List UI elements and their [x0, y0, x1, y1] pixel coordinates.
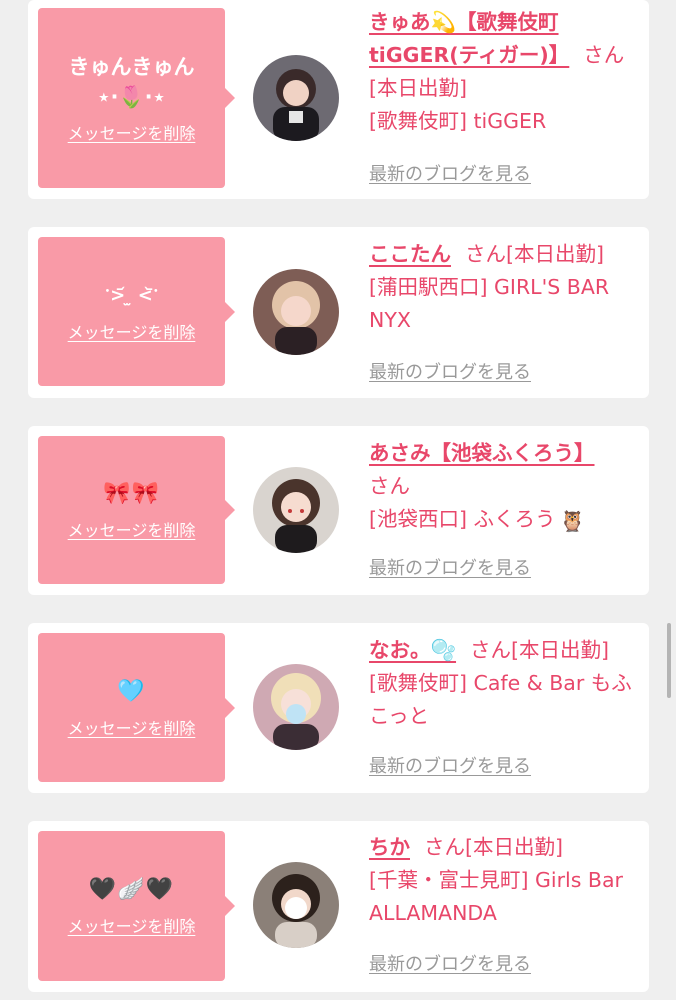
girl-photo-icon	[253, 269, 339, 355]
scrollbar[interactable]	[667, 623, 671, 698]
girl-photo-icon	[253, 55, 339, 141]
message-card: ॱ>᷄ ̫ <᷅ॱ メッセージを削除 ここたん さん[本日出勤] [蒲田駅西口] …	[28, 227, 649, 398]
delete-message-link[interactable]: メッセージを削除	[68, 517, 196, 541]
shop-label: [池袋西口] ふくろう 🦉	[369, 503, 639, 538]
shop-label: [歌舞伎町] tiGGER	[369, 109, 547, 133]
message-bubble: ॱ>᷄ ̫ <᷅ॱ メッセージを削除	[38, 237, 235, 386]
message-text: 🖤🪽🖤	[88, 877, 175, 902]
avatar[interactable]	[253, 55, 339, 141]
cast-name-link[interactable]: あさみ【池袋ふくろう】	[369, 441, 595, 465]
cast-status: さん[本日出勤]	[470, 638, 610, 662]
girl-photo-icon	[253, 862, 339, 948]
message-card: 🖤🪽🖤 メッセージを削除 ちか さん[本日出勤] [千葉・富士見町] Girls …	[28, 821, 649, 992]
cast-info: きゅあ💫【歌舞伎町tiGGER(ティガー)】 さん[本日出勤] [歌舞伎町] ti…	[369, 6, 639, 138]
message-card: 🩵 メッセージを削除 なお。🫧 さん[本日出勤] [歌舞伎町] Cafe & Ba…	[28, 623, 649, 793]
message-bubble: 🩵 メッセージを削除	[38, 633, 235, 782]
owl-icon: 🦉	[559, 509, 586, 533]
message-text: 🩵	[117, 678, 146, 704]
delete-message-link[interactable]: メッセージを削除	[68, 715, 196, 739]
shop-label: [蒲田駅西口] GIRL'S BAR NYX	[369, 275, 610, 332]
cast-name-link[interactable]: きゅあ💫【歌舞伎町tiGGER(ティガー)】	[369, 10, 569, 67]
avatar[interactable]	[253, 862, 339, 948]
message-list: きゅんきゅん ⋆·🌷·⋆ メッセージを削除 きゅあ💫【歌舞伎町tiGGER(ティ…	[0, 0, 676, 1000]
cast-status: さん[本日出勤]	[465, 242, 604, 266]
shop-label: [千葉・富士見町] Girls Bar ALLAMANDA	[369, 868, 623, 925]
cast-info: ちか さん[本日出勤] [千葉・富士見町] Girls Bar ALLAMANDA	[369, 831, 639, 930]
delete-message-link[interactable]: メッセージを削除	[68, 319, 196, 343]
avatar[interactable]	[253, 664, 339, 750]
latest-blog-link[interactable]: 最新のブログを見る	[369, 554, 531, 580]
cast-info: ここたん さん[本日出勤] [蒲田駅西口] GIRL'S BAR NYX	[369, 238, 639, 337]
message-bubble: 🎀🎀 メッセージを削除	[38, 436, 235, 584]
message-text: ॱ>᷄ ̫ <᷅ॱ	[104, 284, 159, 306]
delete-message-link[interactable]: メッセージを削除	[68, 120, 196, 144]
latest-blog-link[interactable]: 最新のブログを見る	[369, 160, 531, 186]
shop-label: [歌舞伎町] Cafe & Bar もふこっと	[369, 671, 632, 728]
cast-info: あさみ【池袋ふくろう】 さん [池袋西口] ふくろう 🦉	[369, 437, 639, 538]
girl-photo-icon	[253, 664, 339, 750]
avatar[interactable]	[253, 467, 339, 553]
message-text: きゅんきゅん ⋆·🌷·⋆	[68, 55, 195, 109]
girl-photo-icon	[253, 467, 339, 553]
cast-name-link[interactable]: ここたん	[369, 242, 451, 266]
avatar[interactable]	[253, 269, 339, 355]
cast-info: なお。🫧 さん[本日出勤] [歌舞伎町] Cafe & Bar もふこっと	[369, 634, 639, 733]
latest-blog-link[interactable]: 最新のブログを見る	[369, 950, 531, 976]
cast-status: さん	[369, 474, 410, 498]
message-bubble: きゅんきゅん ⋆·🌷·⋆ メッセージを削除	[38, 8, 235, 188]
cast-name-link[interactable]: ちか	[369, 835, 410, 859]
cast-name-link[interactable]: なお。🫧	[369, 638, 456, 662]
message-card: きゅんきゅん ⋆·🌷·⋆ メッセージを削除 きゅあ💫【歌舞伎町tiGGER(ティ…	[28, 0, 649, 199]
latest-blog-link[interactable]: 最新のブログを見る	[369, 358, 531, 384]
delete-message-link[interactable]: メッセージを削除	[68, 913, 196, 937]
message-card: 🎀🎀 メッセージを削除 あさみ【池袋ふくろう】 さん [池袋西口] ふくろう 🦉 最…	[28, 426, 649, 595]
message-bubble: 🖤🪽🖤 メッセージを削除	[38, 831, 235, 981]
latest-blog-link[interactable]: 最新のブログを見る	[369, 752, 531, 778]
message-text: 🎀🎀	[103, 481, 160, 506]
cast-status: さん[本日出勤]	[424, 835, 563, 859]
